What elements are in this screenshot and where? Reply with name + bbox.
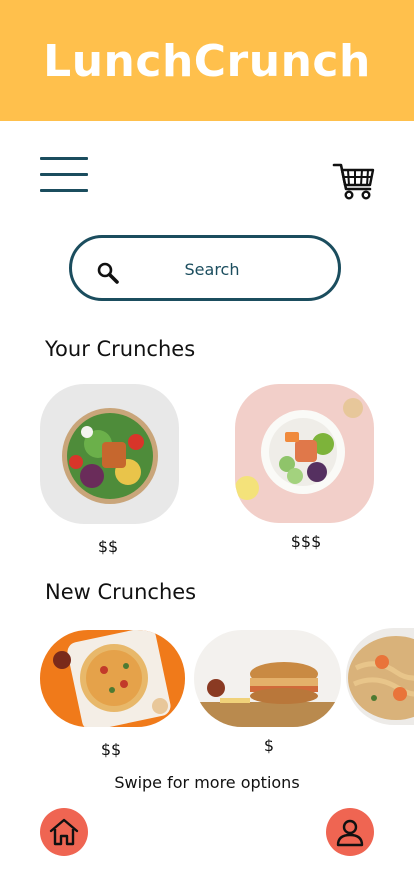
app-title: LunchCrunch [43,36,371,87]
user-icon [336,819,364,847]
noodles-image[interactable] [346,628,414,725]
salad-bowl-image[interactable] [40,384,179,524]
menu-button[interactable] [40,157,88,193]
swipe-hint: Swipe for more options [114,773,300,792]
your-crunches-title: Your Crunches [45,337,196,361]
price-label: $$$ [290,532,322,551]
app-header: LunchCrunch [0,0,414,121]
price-label: $ [263,736,275,755]
new-crunches-title: New Crunches [45,580,197,604]
search-input[interactable] [132,252,292,286]
search-bar[interactable] [69,235,341,301]
cart-button[interactable] [332,160,376,202]
home-icon [49,818,79,846]
price-label: $$ [97,537,119,556]
shopping-cart-icon [332,163,375,200]
poke-bowl-image[interactable] [235,384,374,523]
price-label: $$ [100,740,122,759]
pizza-image[interactable] [40,630,185,727]
home-button[interactable] [40,808,88,856]
sandwich-image[interactable] [194,630,341,727]
magnifier-icon [97,262,119,284]
profile-button[interactable] [326,808,374,856]
